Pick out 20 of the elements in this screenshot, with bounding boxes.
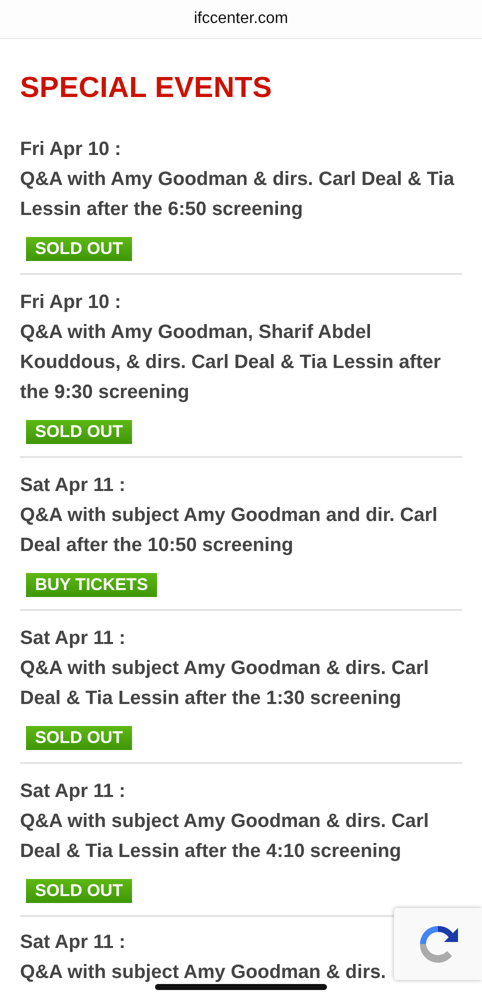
url-text: ifccenter.com	[194, 10, 288, 28]
event-date: Fri Apr 10 :	[20, 138, 122, 162]
ticket-button[interactable]: SOLD OUT	[26, 420, 132, 444]
page-heading: SPECIAL EVENTS	[20, 72, 274, 105]
event-description: Q&A with Amy Goodman, Sharif Abdel Kouddous, & dirs. Carl Deal & Tia Lessin after the 9:30 screening	[20, 321, 442, 405]
event-description: Q&A with subject Amy Goodman & dirs. Carl Deal & Tia Lessin after the 1:30 screening	[20, 657, 430, 711]
event-date: Sat Apr 11 :	[20, 931, 126, 955]
event-date: Sat Apr 11 :	[20, 627, 126, 651]
event-date: Fri Apr 10 :	[20, 291, 122, 315]
event-description: Q&A with subject Amy Goodman & dirs. Carl Deal & Tia Lessin after the 4:10 screening	[20, 810, 430, 864]
event-description: Q&A with subject Amy Goodman & dirs.	[20, 961, 386, 985]
event-description: Q&A with subject Amy Goodman and dir. Carl Deal after the 10:50 screening	[20, 504, 438, 558]
recaptcha-badge[interactable]	[394, 908, 482, 980]
ticket-button[interactable]: SOLD OUT	[26, 237, 132, 261]
event-description: Q&A with Amy Goodman & dirs. Carl Deal & Tia Lessin after the 6:50 screening	[20, 168, 456, 222]
event-date: Sat Apr 11 :	[20, 780, 126, 804]
ticket-button[interactable]: SOLD OUT	[26, 726, 132, 750]
ticket-button[interactable]: BUY TICKETS	[26, 573, 158, 597]
ticket-button[interactable]: SOLD OUT	[26, 879, 132, 903]
event-date: Sat Apr 11 :	[20, 474, 126, 498]
